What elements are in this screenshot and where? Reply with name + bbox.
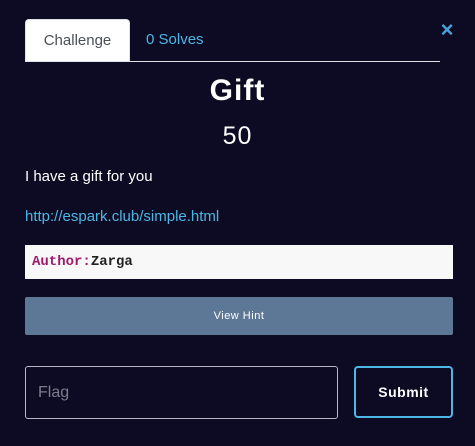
flag-input[interactable] (25, 366, 338, 419)
challenge-link[interactable]: http://espark.club/simple.html (25, 208, 219, 225)
author-key: Author: (32, 254, 91, 270)
tab-solves[interactable]: 0 Solves (146, 19, 236, 60)
submit-button[interactable]: Submit (354, 366, 453, 418)
close-icon[interactable]: × (438, 18, 456, 42)
challenge-value: 50 (222, 122, 253, 150)
challenge-modal: × Challenge 0 Solves Gift 50 I have a gi… (0, 0, 475, 446)
challenge-title: Gift (209, 74, 266, 107)
tab-challenge[interactable]: Challenge (25, 19, 130, 61)
author-value: Zarga (90, 254, 133, 270)
challenge-tabs: Challenge 0 Solves (25, 19, 440, 62)
challenge-description: I have a gift for you (25, 168, 153, 185)
view-hint-button[interactable]: View Hint (25, 297, 453, 335)
author-block: Author:Zarga (25, 245, 453, 279)
